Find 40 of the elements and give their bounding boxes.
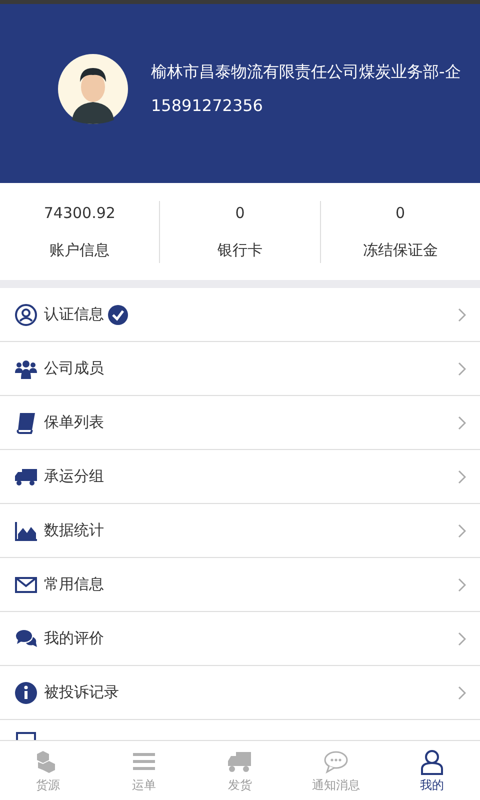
menu-label: 数据统计	[44, 520, 104, 542]
chevron-right-icon	[458, 578, 466, 592]
menu-label: 保单列表	[44, 412, 104, 434]
company-name: 榆林市昌泰物流有限责任公司煤炭业务部-企	[151, 60, 461, 82]
stat-label[interactable]: 账户信息	[50, 238, 110, 261]
menu-item[interactable]: 保单列表	[0, 396, 480, 450]
chevron-right-icon	[458, 686, 466, 700]
menu-item[interactable]: 公司成员	[0, 342, 480, 396]
user-circle-icon	[14, 302, 38, 326]
menu-label: 我的评价	[44, 628, 104, 650]
chevron-right-icon	[458, 470, 466, 484]
info-icon	[14, 680, 38, 704]
menu-item[interactable]: 承运分组	[0, 450, 480, 504]
menu-item[interactable]: 被投诉记录	[0, 666, 480, 720]
stat-label[interactable]: 银行卡	[217, 238, 262, 261]
stat-label[interactable]: 冻结保证金	[362, 238, 438, 261]
menu-label: 被投诉记录	[44, 682, 119, 704]
person-icon	[419, 749, 445, 775]
book-icon	[14, 410, 38, 434]
stat-value: 0	[396, 203, 406, 224]
truck-icon	[227, 749, 253, 775]
stat-value: 0	[235, 203, 245, 224]
avatar	[58, 54, 128, 124]
chevron-right-icon	[458, 416, 466, 430]
stat-value: 74300.92	[44, 203, 116, 224]
menu-item[interactable]: 认证信息	[0, 288, 480, 342]
menu-item[interactable]: 常用信息	[0, 558, 480, 612]
chevron-right-icon	[458, 308, 466, 322]
menu-label: 常用信息	[44, 574, 104, 596]
chevron-right-icon	[458, 524, 466, 538]
chevron-right-icon	[458, 632, 466, 646]
menu-label: 认证信息	[44, 304, 104, 326]
menu-label: 公司成员	[44, 358, 104, 380]
speech-bubble-icon	[323, 749, 349, 775]
chevron-right-icon	[458, 362, 466, 376]
menu-item[interactable]: 数据统计	[0, 504, 480, 558]
menu-label: 承运分组	[44, 466, 104, 488]
nav-tab[interactable]: 我的	[384, 741, 480, 800]
menu-item[interactable]: 我的评价	[0, 612, 480, 666]
phone-number: 15891272356	[151, 94, 264, 116]
